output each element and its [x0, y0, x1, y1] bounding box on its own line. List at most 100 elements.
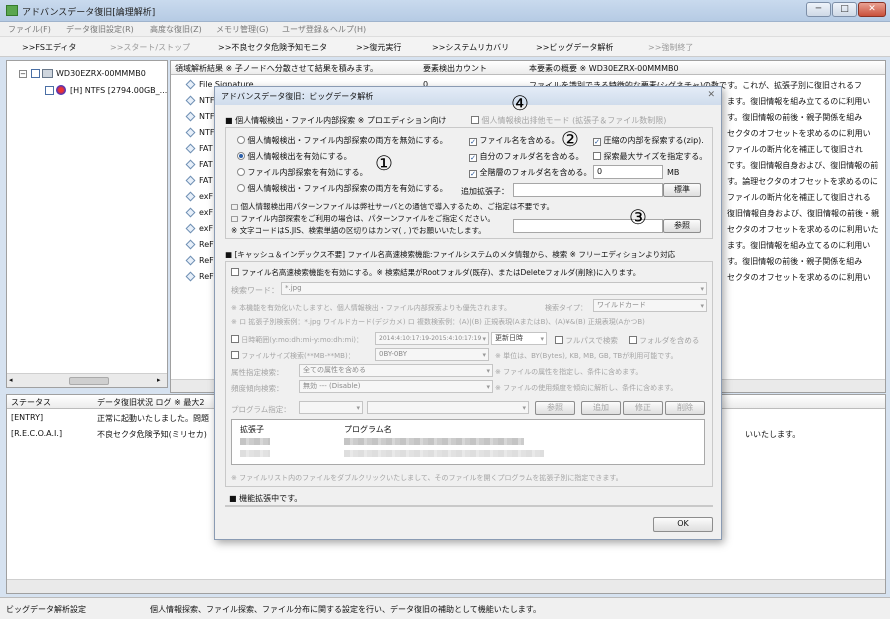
row-description: です。復旧情報自身および、復旧情報の前	[727, 161, 879, 170]
annotation-3: ③	[629, 205, 647, 229]
checkbox-icon	[593, 152, 601, 160]
checkbox-icon[interactable]	[31, 69, 40, 78]
checkbox-icon	[231, 335, 239, 343]
col-header-count[interactable]: 要素検出カウント	[423, 63, 487, 74]
list-item-blurred[interactable]	[344, 438, 524, 445]
radio-enable-file-search[interactable]: ファイル内部探索を有効にする。	[237, 167, 368, 178]
max-size-input[interactable]: 0	[593, 165, 663, 179]
menu-advanced-recovery[interactable]: 高度な復旧(Z)	[150, 24, 202, 35]
freq-select[interactable]: 無効 --- (Disable)	[299, 380, 493, 393]
col-header-summary[interactable]: 本要素の概要 ※ WD30EZRX-00MMMB0	[529, 63, 679, 74]
row-description: セクタのオフセットを求めるのに利用い	[727, 273, 871, 282]
row-description: ファイルの断片化を補正して復旧される	[727, 193, 871, 202]
program-list[interactable]: 拡張子 プログラム名	[231, 419, 705, 465]
note-encoding: ※ 文字コードはS.JIS、検索単語の区切りはカンマ( , )でお願いいたします…	[231, 226, 486, 235]
log-status: [ENTRY]	[11, 413, 44, 422]
force-stop-button[interactable]: >>強制終了	[648, 42, 693, 53]
horizontal-scrollbar[interactable]: ◂ ▸	[7, 373, 167, 387]
start-stop-button[interactable]: >>スタート/ストップ	[110, 42, 190, 53]
search-zip-checkbox[interactable]: ✓ 圧縮の内部を探索する(zip).	[593, 135, 704, 146]
radio-enable-personal-info[interactable]: 個人情報検出を有効にする。	[237, 151, 352, 162]
file-size-checkbox[interactable]: ファイルサイズ検索(**MB-**MB)：	[231, 351, 355, 361]
program-ext-input[interactable]	[299, 401, 363, 414]
attr-label: 属性指定検索：	[231, 368, 284, 377]
log-col-status[interactable]: ステータス	[11, 397, 51, 408]
program-add-button[interactable]: 追加	[581, 401, 621, 415]
program-path-input[interactable]	[367, 401, 529, 414]
date-range-checkbox[interactable]: 日時範囲(y:mo:dh:mi-y:mo:dh:mi)：	[231, 335, 363, 345]
list-item-blurred[interactable]	[240, 450, 270, 457]
program-edit-button[interactable]: 修正	[623, 401, 663, 415]
list-item-blurred[interactable]	[240, 438, 270, 445]
fast-search-checkbox[interactable]: ファイル名高速検索機能を有効にする。※ 検索結果がRootフォルダ(既存)、また…	[231, 267, 640, 278]
app-icon	[6, 5, 18, 16]
close-button[interactable]: ✕	[858, 2, 886, 17]
ext-input[interactable]	[513, 183, 663, 197]
horizontal-scrollbar[interactable]	[7, 579, 885, 593]
browse-button[interactable]: 参照	[663, 219, 701, 233]
list-item-blurred[interactable]	[344, 450, 544, 457]
system-recovery-button[interactable]: >>システムリカバリ	[432, 42, 509, 53]
section-extension-title: ■ 機能拡張中です。	[229, 494, 303, 503]
check-icon: ✓	[469, 170, 477, 178]
menu-memory[interactable]: メモリ管理(G)	[216, 24, 268, 35]
row-name: ReF	[199, 240, 214, 249]
menu-bar: ファイル(F) データ復旧設定(R) 高度な復旧(Z) メモリ管理(G) ユーザ…	[0, 22, 890, 37]
checkbox-icon	[231, 268, 239, 276]
include-all-folders-checkbox[interactable]: ✓ 全階層のフォルダ名を含める。	[469, 167, 592, 178]
include-folder-checkbox[interactable]: フォルダを含める	[629, 335, 699, 346]
keyword-input[interactable]: *.jpg	[281, 282, 707, 295]
list-col-program[interactable]: プログラム名	[344, 424, 392, 435]
log-message-tail: いいたします。	[745, 430, 801, 439]
node-icon	[185, 143, 196, 154]
check-icon: ✓	[469, 138, 477, 146]
include-own-folder-checkbox[interactable]: ✓ 自分のフォルダ名を含める。	[469, 151, 584, 162]
dialog-close-button[interactable]: ✕	[707, 90, 715, 100]
expand-icon[interactable]: −	[19, 70, 27, 78]
row-description: ます。復旧情報を組み立てるのに利用い	[727, 97, 871, 106]
size-unit-label: MB	[667, 168, 680, 177]
row-name: exF	[199, 192, 214, 201]
radio-icon	[237, 184, 245, 192]
drive-label[interactable]: WD30EZRX-00MMMB0	[56, 69, 146, 78]
maximize-button[interactable]: □	[832, 2, 857, 17]
node-icon	[185, 223, 196, 234]
standard-button[interactable]: 標準	[663, 183, 701, 197]
col-header-result[interactable]: 領域解析結果 ※ 子ノードへ分散させて結果を積みます。	[175, 63, 378, 74]
include-filename-checkbox[interactable]: ✓ ファイル名を含める。	[469, 135, 560, 146]
bad-sector-monitor-button[interactable]: >>不良セクタ危険予知モニタ	[218, 42, 327, 53]
partition-label[interactable]: [H] NTFS [2794.00GB_...	[70, 86, 167, 95]
window-title: アドバンスデータ復旧[論理解析]	[22, 8, 156, 18]
annotation-2: ②	[561, 127, 579, 151]
ext-example-note: ※ ロ 拡張子別検索例：*.jpg ワイルドカード(デジカメ) ロ 複数検索例：…	[231, 318, 645, 326]
node-icon	[185, 111, 196, 122]
program-delete-button[interactable]: 削除	[665, 401, 705, 415]
exclusive-mode-checkbox[interactable]: 個人情報検出排他モード (拡張子＆ファイル数制限)	[471, 115, 666, 126]
menu-help[interactable]: ユーザ登録＆ヘルプ(H)	[282, 24, 366, 35]
date-mode-select[interactable]: 更新日時	[491, 332, 547, 345]
radio-enable-both[interactable]: 個人情報検出・ファイル内部探索の両方を有効にする。	[237, 183, 448, 194]
fs-editor-button[interactable]: >>FSエディタ	[22, 42, 76, 53]
menu-recovery-settings[interactable]: データ復旧設定(R)	[66, 24, 134, 35]
date-range-input[interactable]: 2014:4:10:17:19-2015:4:10:17:19	[375, 332, 489, 345]
priority-note: ※ 本機能を有効化いたしますと、個人情報検出・ファイル内部探索よりも優先されます…	[231, 304, 511, 312]
ok-button[interactable]: OK	[653, 517, 713, 532]
menu-file[interactable]: ファイル(F)	[8, 24, 51, 35]
title-bar: アドバンスデータ復旧[論理解析] ─ □ ✕	[0, 0, 890, 22]
log-col-message[interactable]: データ復旧状況 ログ ※ 最大2	[97, 397, 204, 408]
checkbox-icon[interactable]	[45, 86, 54, 95]
file-size-input[interactable]: 0BY-0BY	[375, 348, 489, 361]
radio-disable-both[interactable]: 個人情報検出・ファイル内部探索の両方を無効にする。	[237, 135, 448, 146]
restore-button[interactable]: >>復元実行	[356, 42, 401, 53]
fullpath-checkbox[interactable]: フルパスで検索	[555, 335, 618, 346]
big-data-button[interactable]: >>ビッグデータ解析	[536, 42, 613, 53]
node-icon	[185, 159, 196, 170]
check-icon: ✓	[469, 154, 477, 162]
minimize-button[interactable]: ─	[806, 2, 831, 17]
search-type-select[interactable]: ワイルドカード	[593, 299, 707, 312]
attr-select[interactable]: 全ての属性を含める	[299, 364, 493, 377]
divider	[225, 505, 713, 507]
program-browse-button[interactable]: 参照	[535, 401, 575, 415]
max-size-checkbox[interactable]: 探索最大サイズを指定する。	[593, 151, 707, 162]
list-col-ext[interactable]: 拡張子	[240, 424, 264, 435]
